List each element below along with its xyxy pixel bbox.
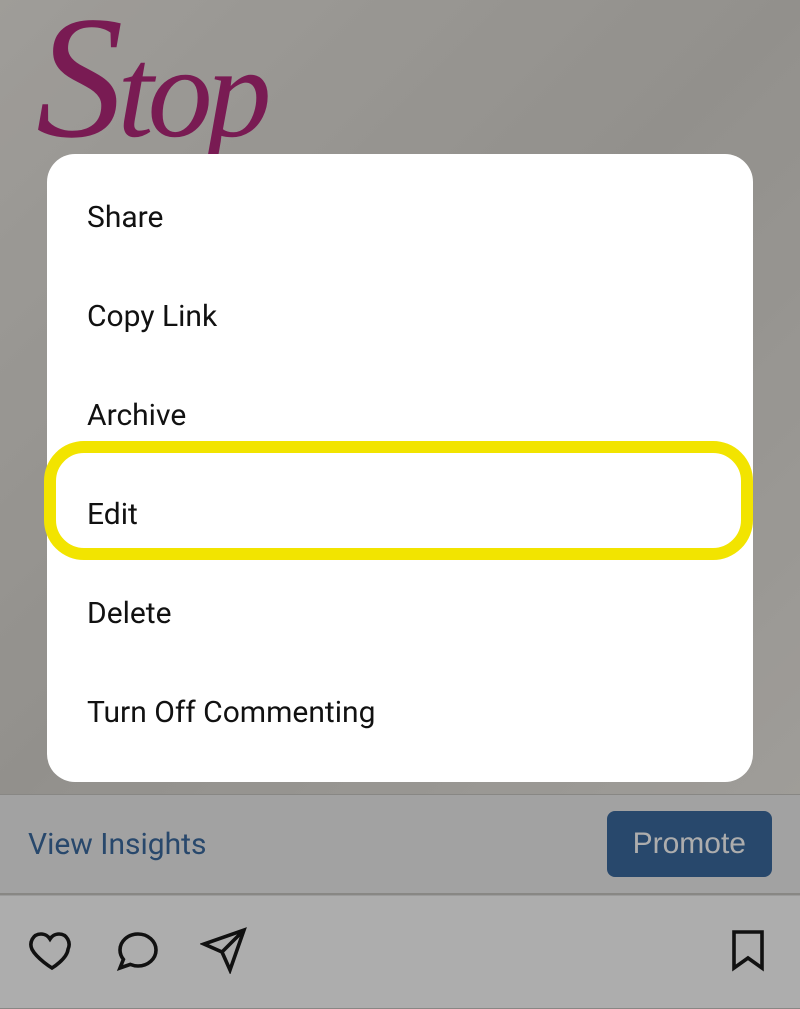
menu-item-edit[interactable]: Edit bbox=[47, 465, 753, 564]
menu-item-copy-link[interactable]: Copy Link bbox=[47, 267, 753, 366]
menu-item-archive[interactable]: Archive bbox=[47, 366, 753, 465]
menu-item-share[interactable]: Share bbox=[47, 168, 753, 267]
post-options-menu: Share Copy Link Archive Edit Delete Turn… bbox=[47, 154, 753, 782]
menu-item-turn-off-commenting[interactable]: Turn Off Commenting bbox=[47, 663, 753, 762]
menu-item-delete[interactable]: Delete bbox=[47, 564, 753, 663]
